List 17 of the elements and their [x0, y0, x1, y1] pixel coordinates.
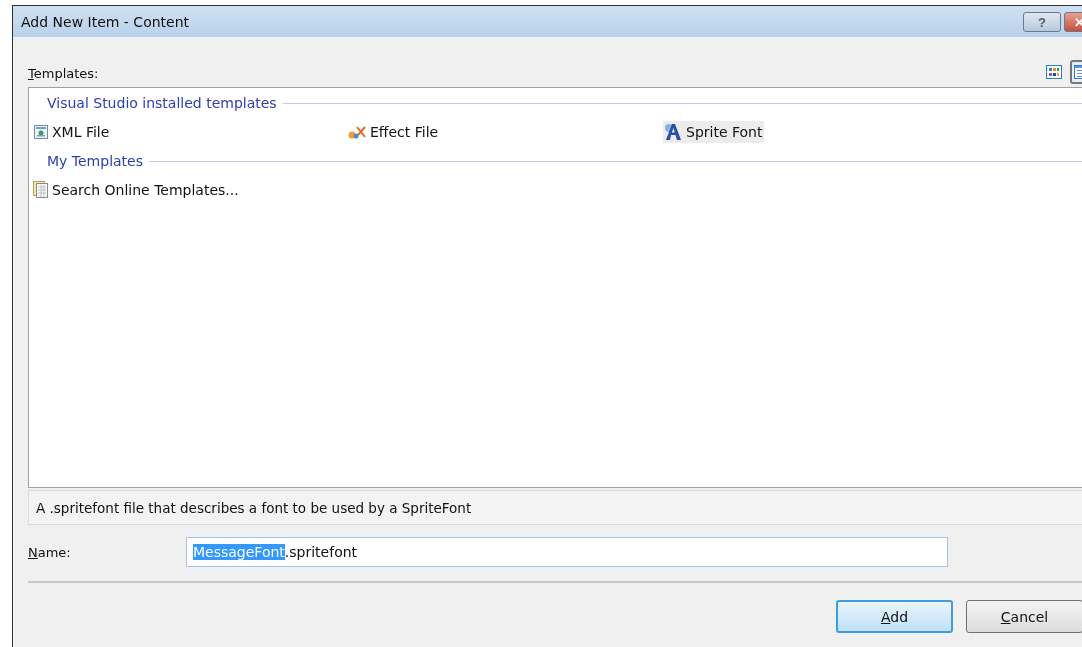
name-label: Name: — [28, 544, 72, 560]
group-header: My Templates — [47, 153, 143, 169]
template-item[interactable]: Effect File — [347, 122, 441, 142]
description-text: A .spritefont file that describes a font to be used by a SpriteFont — [36, 499, 472, 516]
templates-label: Templates: — [28, 66, 99, 81]
template-item[interactable]: XML File — [33, 122, 112, 142]
group-header: Visual Studio installed templates — [47, 95, 277, 111]
font-icon — [663, 123, 683, 141]
window-title: Add New Item - Content — [21, 13, 190, 30]
help-button[interactable]: ? — [1023, 12, 1061, 32]
effect-icon — [347, 124, 367, 140]
cancel-button[interactable]: Cancel — [966, 600, 1082, 633]
add-button[interactable]: Add — [836, 600, 953, 633]
template-item[interactable]: Search Online Templates... — [33, 179, 241, 201]
template-item[interactable]: Sprite Font — [663, 121, 765, 143]
document-icon — [33, 124, 49, 140]
document-icon — [33, 181, 49, 199]
